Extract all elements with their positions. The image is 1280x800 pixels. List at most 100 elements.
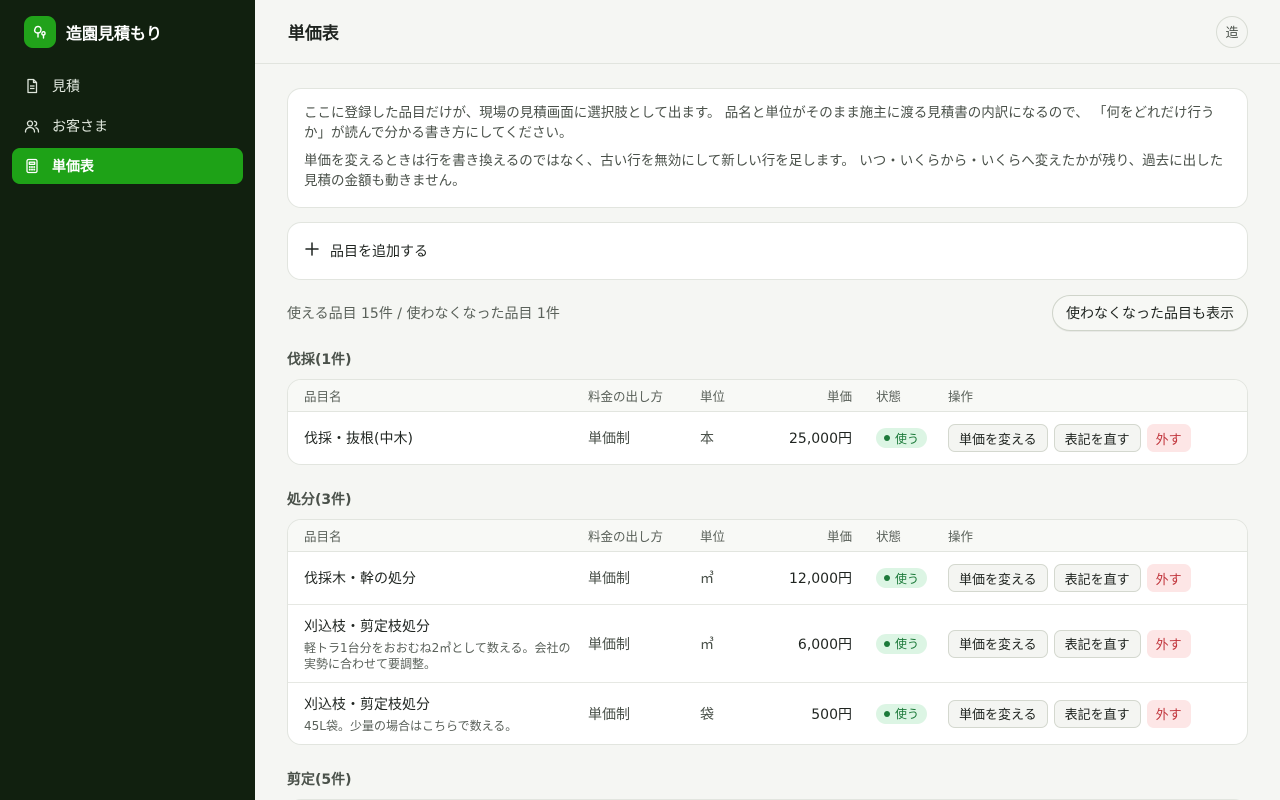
status-badge-label: 使う — [895, 637, 920, 651]
change-price-button[interactable]: 単価を変える — [948, 424, 1048, 452]
table-row: 刈込枝・剪定枝処分 45L袋。少量の場合はこちらで数える。 単価制 袋 500円… — [288, 682, 1247, 744]
sidebar-item-label: お客さま — [52, 119, 108, 135]
item-note: 45L袋。少量の場合はこちらで数える。 — [304, 718, 518, 733]
add-item-button[interactable]: 品目を追加する — [287, 222, 1248, 280]
item-method: 単価制 — [588, 431, 630, 447]
item-name: 刈込枝・剪定枝処分 — [304, 696, 430, 713]
info-text-2: 単価を変えるときは行を書き換えるのではなく、古い行を無効にして新しい行を足します… — [304, 153, 1224, 189]
status-badge: 使う — [876, 568, 928, 588]
table-header: 品目名 料金の出し方 単位 単価 状態 操作 — [288, 520, 1247, 552]
add-item-label: 品目を追加する — [330, 244, 428, 260]
change-price-button[interactable]: 単価を変える — [948, 564, 1048, 592]
info-text-1: ここに登録した品目だけが、現場の見積画面に選択肢として出ます。 品名と単位がその… — [304, 105, 1215, 141]
item-actions: 単価を変える 表記を直す 外す — [948, 564, 1247, 592]
item-unit: 本 — [700, 431, 714, 447]
change-price-button[interactable]: 単価を変える — [948, 629, 1048, 658]
sidebar-item-customers[interactable]: お客さま — [12, 108, 243, 144]
remove-button[interactable]: 外す — [1146, 699, 1191, 728]
price-table: 品目名 料金の出し方 単位 単価 状態 操作 伐採木・幹の処分 単価制 ㎥ 12… — [287, 519, 1248, 745]
status-badge-label: 使う — [895, 707, 920, 721]
status-badge: 使う — [876, 633, 928, 654]
column-header-method: 料金の出し方 — [588, 389, 664, 404]
fix-label-button[interactable]: 表記を直す — [1053, 564, 1141, 592]
status-badge-label: 使う — [895, 431, 920, 446]
item-actions: 単価を変える 表記を直す 外す — [948, 699, 1247, 728]
users-icon — [24, 118, 40, 134]
column-header-price: 単価 — [826, 529, 852, 544]
sidebar-item-label: 単価表 — [52, 159, 94, 175]
tree-icon — [24, 16, 56, 48]
item-price: 25,000円 — [789, 431, 852, 447]
item-name-cell: 刈込枝・剪定枝処分 45L袋。少量の場合はこちらで数える。 — [288, 694, 588, 734]
remove-button[interactable]: 外す — [1146, 564, 1191, 592]
group-title: 剪定(5件) — [287, 772, 352, 788]
remove-button[interactable]: 外す — [1146, 424, 1191, 452]
item-name-cell: 伐採木・幹の処分 — [288, 568, 588, 588]
column-header-name: 品目名 — [304, 529, 342, 544]
item-count-summary: 使える品目 15件 / 使わなくなった品目 1件 — [287, 306, 560, 322]
item-name: 伐採・抜根(中木) — [304, 431, 413, 447]
info-card: ここに登録した品目だけが、現場の見積画面に選択肢として出ます。 品名と単位がその… — [287, 88, 1248, 208]
table-row: 伐採・抜根(中木) 単価制 本 25,000円 使う 単価を変える 表記を直す … — [288, 412, 1247, 464]
item-actions: 単価を変える 表記を直す 外す — [948, 424, 1247, 452]
column-header-status: 状態 — [876, 389, 902, 404]
status-dot-icon — [884, 710, 890, 717]
item-name-cell: 伐採・抜根(中木) — [288, 428, 588, 448]
item-method: 単価制 — [588, 636, 630, 653]
remove-button[interactable]: 外す — [1146, 629, 1191, 658]
item-name: 伐採木・幹の処分 — [304, 571, 416, 587]
item-price: 500円 — [811, 706, 852, 723]
column-header-ops: 操作 — [948, 389, 974, 404]
avatar[interactable]: 造 — [1216, 15, 1248, 48]
item-unit: ㎥ — [700, 636, 714, 653]
summary-row: 使える品目 15件 / 使わなくなった品目 1件 使わなくなった品目も表示 — [287, 295, 1248, 331]
fix-label-button[interactable]: 表記を直す — [1053, 629, 1141, 658]
main-area: 単価表 造 ここに登録した品目だけが、現場の見積画面に選択肢として出ます。 品名… — [255, 0, 1280, 800]
fix-label-button[interactable]: 表記を直す — [1053, 699, 1141, 728]
table-row: 伐採木・幹の処分 単価制 ㎥ 12,000円 使う 単価を変える 表記を直す 外… — [288, 552, 1247, 604]
content: ここに登録した品目だけが、現場の見積画面に選択肢として出ます。 品名と単位がその… — [255, 64, 1280, 800]
item-unit: 袋 — [700, 706, 714, 723]
item-note: 軽トラ1台分をおおむね2㎥として数える。会社の実勢に合わせて要調整。 — [304, 640, 571, 671]
document-icon — [24, 78, 40, 94]
group-title: 伐採(1件) — [287, 352, 352, 368]
status-dot-icon — [884, 435, 890, 441]
table-header: 品目名 料金の出し方 単位 単価 状態 操作 — [288, 380, 1247, 412]
item-unit: ㎥ — [700, 571, 714, 587]
column-header-method: 料金の出し方 — [588, 529, 664, 544]
app-name: 造園見積もり — [66, 24, 163, 43]
table-row: 刈込枝・剪定枝処分 軽トラ1台分をおおむね2㎥として数える。会社の実勢に合わせて… — [288, 604, 1247, 682]
item-status-cell: 使う — [852, 568, 948, 588]
status-badge: 使う — [876, 428, 928, 448]
calculator-icon — [24, 158, 40, 174]
change-price-button[interactable]: 単価を変える — [948, 699, 1048, 728]
show-inactive-toggle[interactable]: 使わなくなった品目も表示 — [1052, 295, 1248, 331]
status-dot-icon — [884, 575, 890, 581]
sidebar-item-label: 見積 — [52, 79, 80, 95]
group-title: 処分(3件) — [287, 492, 352, 508]
price-table: 品目名 料金の出し方 単位 単価 状態 操作 伐採・抜根(中木) 単価制 本 2… — [287, 379, 1248, 465]
item-method: 単価制 — [588, 706, 630, 723]
topbar: 単価表 造 — [255, 0, 1280, 64]
plus-icon — [304, 241, 320, 261]
sidebar: 造園見積もり 見積 お客さま 単価表 — [0, 0, 255, 800]
item-name-cell: 刈込枝・剪定枝処分 軽トラ1台分をおおむね2㎥として数える。会社の実勢に合わせて… — [288, 616, 588, 672]
status-badge-label: 使う — [895, 571, 920, 586]
item-status-cell: 使う — [852, 633, 948, 654]
column-header-unit: 単位 — [700, 529, 726, 544]
brand[interactable]: 造園見積もり — [12, 16, 243, 48]
column-header-price: 単価 — [826, 389, 852, 404]
status-dot-icon — [884, 640, 890, 647]
column-header-status: 状態 — [876, 529, 902, 544]
sidebar-item-price-table[interactable]: 単価表 — [12, 148, 243, 184]
fix-label-button[interactable]: 表記を直す — [1053, 424, 1141, 452]
item-status-cell: 使う — [852, 703, 948, 724]
item-status-cell: 使う — [852, 428, 948, 448]
sidebar-item-estimates[interactable]: 見積 — [12, 68, 243, 104]
item-name: 刈込枝・剪定枝処分 — [304, 618, 430, 635]
item-actions: 単価を変える 表記を直す 外す — [948, 629, 1247, 658]
item-price: 12,000円 — [789, 571, 852, 587]
app-root: 造園見積もり 見積 お客さま 単価表 単価表 造 ここに登録した品目だけが、現場… — [0, 0, 1280, 800]
item-price: 6,000円 — [797, 636, 852, 653]
status-badge: 使う — [876, 703, 928, 724]
